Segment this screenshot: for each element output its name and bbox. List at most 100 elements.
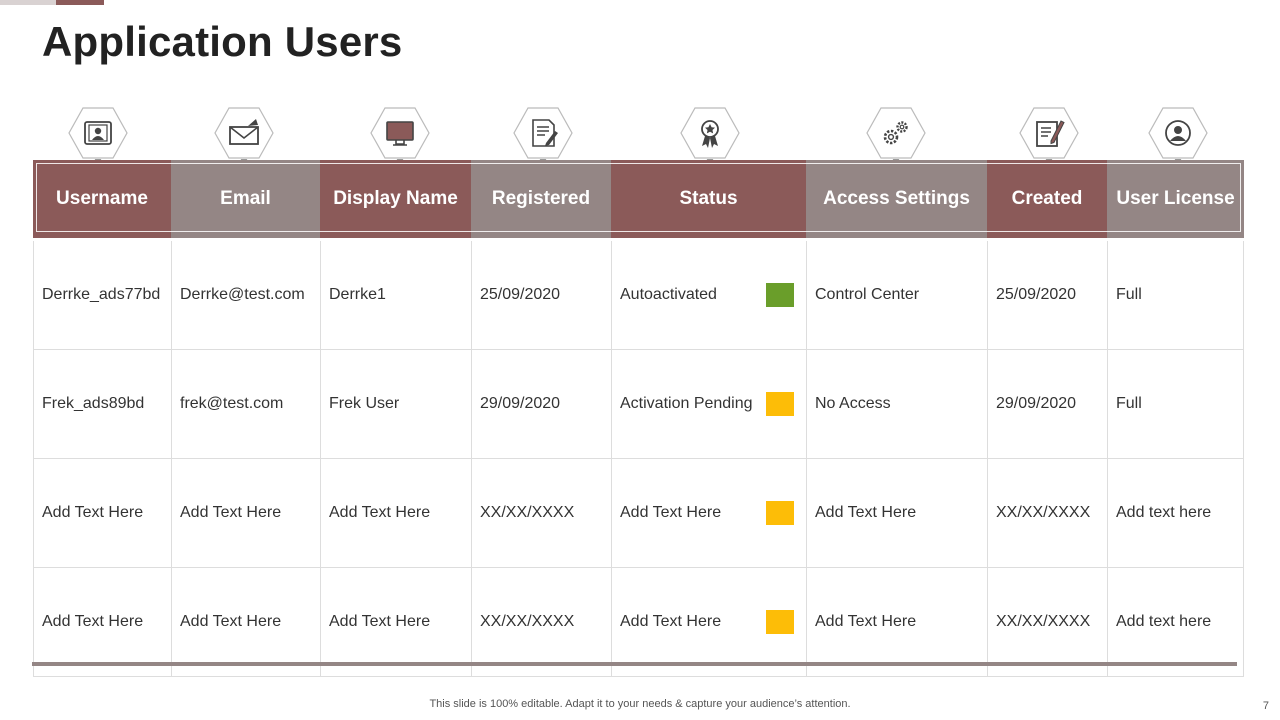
footer-note: This slide is 100% editable. Adapt it to… [429,698,851,710]
cell-text: Autoactivated [620,286,717,303]
page-title: Application Users [42,18,403,65]
cell-display-name: Frek User [320,350,471,458]
table-header-row: Username Email Display Name Registered Statu… [33,160,1244,238]
cell-text: Add Text Here [620,504,722,521]
cell-text: Derrke_ads77bd [42,286,161,303]
cell-text: Add Text Here [42,613,144,630]
column-tick [471,666,611,676]
cell-status: Add Text Here [611,568,806,676]
envelope-icon [214,107,274,167]
column-header-access[interactable]: Access Settings [806,160,987,238]
cell-registered: XX/XX/XXXX [471,459,611,567]
notepad-pencil-icon [1019,107,1079,167]
cell-text: XX/XX/XXXX [480,613,575,630]
cell-text: Derrke@test.com [180,286,305,303]
cell-email: Add Text Here [171,568,320,676]
cell-text: Activation Pending [620,395,753,412]
cell-license: Add text here [1107,568,1244,676]
column-header-registered[interactable]: Registered [471,160,611,238]
cell-created: XX/XX/XXXX [987,459,1107,567]
table-row[interactable]: Add Text Here Add Text Here Add Text Here X… [33,568,1244,677]
cell-text: Add Text Here [815,613,917,630]
cell-text: 29/09/2020 [480,395,561,412]
table-row[interactable]: Derrke_ads77bd Derrke@test.com Derrke1 25/0… [33,241,1244,350]
column-tick [611,666,806,676]
cell-email: Add Text Here [171,459,320,567]
column-tick [987,666,1107,676]
column-tick [1107,666,1244,676]
award-badge-icon [680,107,740,167]
status-indicator-yellow [766,610,794,634]
gears-icon [866,107,926,167]
cell-text: Frek_ads89bd [42,395,145,412]
cell-display-name: Derrke1 [320,241,471,349]
cell-access: Add Text Here [806,459,987,567]
cell-access: No Access [806,350,987,458]
cell-status: Autoactivated [611,241,806,349]
cell-text: 29/09/2020 [996,395,1077,412]
column-tick [320,666,471,676]
cell-registered: 29/09/2020 [471,350,611,458]
cell-text: No Access [815,395,891,412]
cell-text: 25/09/2020 [996,286,1077,303]
cell-username: Derrke_ads77bd [33,241,171,349]
table-body: Derrke_ads77bd Derrke@test.com Derrke1 25/0… [33,241,1244,677]
column-header-created[interactable]: Created [987,160,1107,238]
cell-text: Add text here [1116,613,1212,630]
column-tick [33,666,171,676]
cell-email: Derrke@test.com [171,241,320,349]
column-tick [806,666,987,676]
cell-license: Full [1107,241,1244,349]
column-header-status[interactable]: Status [611,160,806,238]
column-header-license[interactable]: User License [1107,160,1244,238]
cell-text: frek@test.com [180,395,284,412]
cell-username: Add Text Here [33,459,171,567]
cell-text: Add Text Here [815,504,917,521]
cell-text: Add Text Here [329,613,431,630]
cell-username: Add Text Here [33,568,171,676]
column-header-display-name[interactable]: Display Name [320,160,471,238]
table-row[interactable]: Frek_ads89bd frek@test.com Frek User 29/09/… [33,350,1244,459]
cell-status: Add Text Here [611,459,806,567]
cell-created: XX/XX/XXXX [987,568,1107,676]
users-table: Username Email Display Name Registered Statu… [33,160,1244,677]
cell-access: Control Center [806,241,987,349]
table-row[interactable]: Add Text Here Add Text Here Add Text Here X… [33,459,1244,568]
cell-text: 25/09/2020 [480,286,561,303]
status-indicator-yellow [766,501,794,525]
cell-created: 29/09/2020 [987,350,1107,458]
cell-text: Add text here [1116,504,1212,521]
cell-text: Add Text Here [180,613,282,630]
page-number: 7 [1262,700,1269,712]
status-indicator-green [766,283,794,307]
document-pen-icon [513,107,573,167]
cell-text: Add Text Here [42,504,144,521]
cell-display-name: Add Text Here [320,459,471,567]
top-accent-dark [56,0,104,5]
table-bottom-ticks [33,666,1244,676]
column-tick [171,666,320,676]
cell-license: Full [1107,350,1244,458]
cell-text: Frek User [329,395,400,412]
cell-created: 25/09/2020 [987,241,1107,349]
cell-text: XX/XX/XXXX [996,504,1091,521]
cell-display-name: Add Text Here [320,568,471,676]
cell-text: XX/XX/XXXX [480,504,575,521]
top-accent-bar [0,0,104,5]
cell-email: frek@test.com [171,350,320,458]
user-circle-icon [1148,107,1208,167]
cell-text: Full [1116,395,1142,412]
cell-text: Add Text Here [329,504,431,521]
cell-registered: XX/XX/XXXX [471,568,611,676]
column-header-username[interactable]: Username [33,160,171,238]
cell-access: Add Text Here [806,568,987,676]
column-header-email[interactable]: Email [171,160,320,238]
cell-text: Full [1116,286,1142,303]
cell-status: Activation Pending [611,350,806,458]
cell-text: Derrke1 [329,286,386,303]
cell-text: Control Center [815,286,920,303]
cell-text: XX/XX/XXXX [996,613,1091,630]
cell-text: Add Text Here [180,504,282,521]
cell-registered: 25/09/2020 [471,241,611,349]
id-card-icon [68,107,128,167]
